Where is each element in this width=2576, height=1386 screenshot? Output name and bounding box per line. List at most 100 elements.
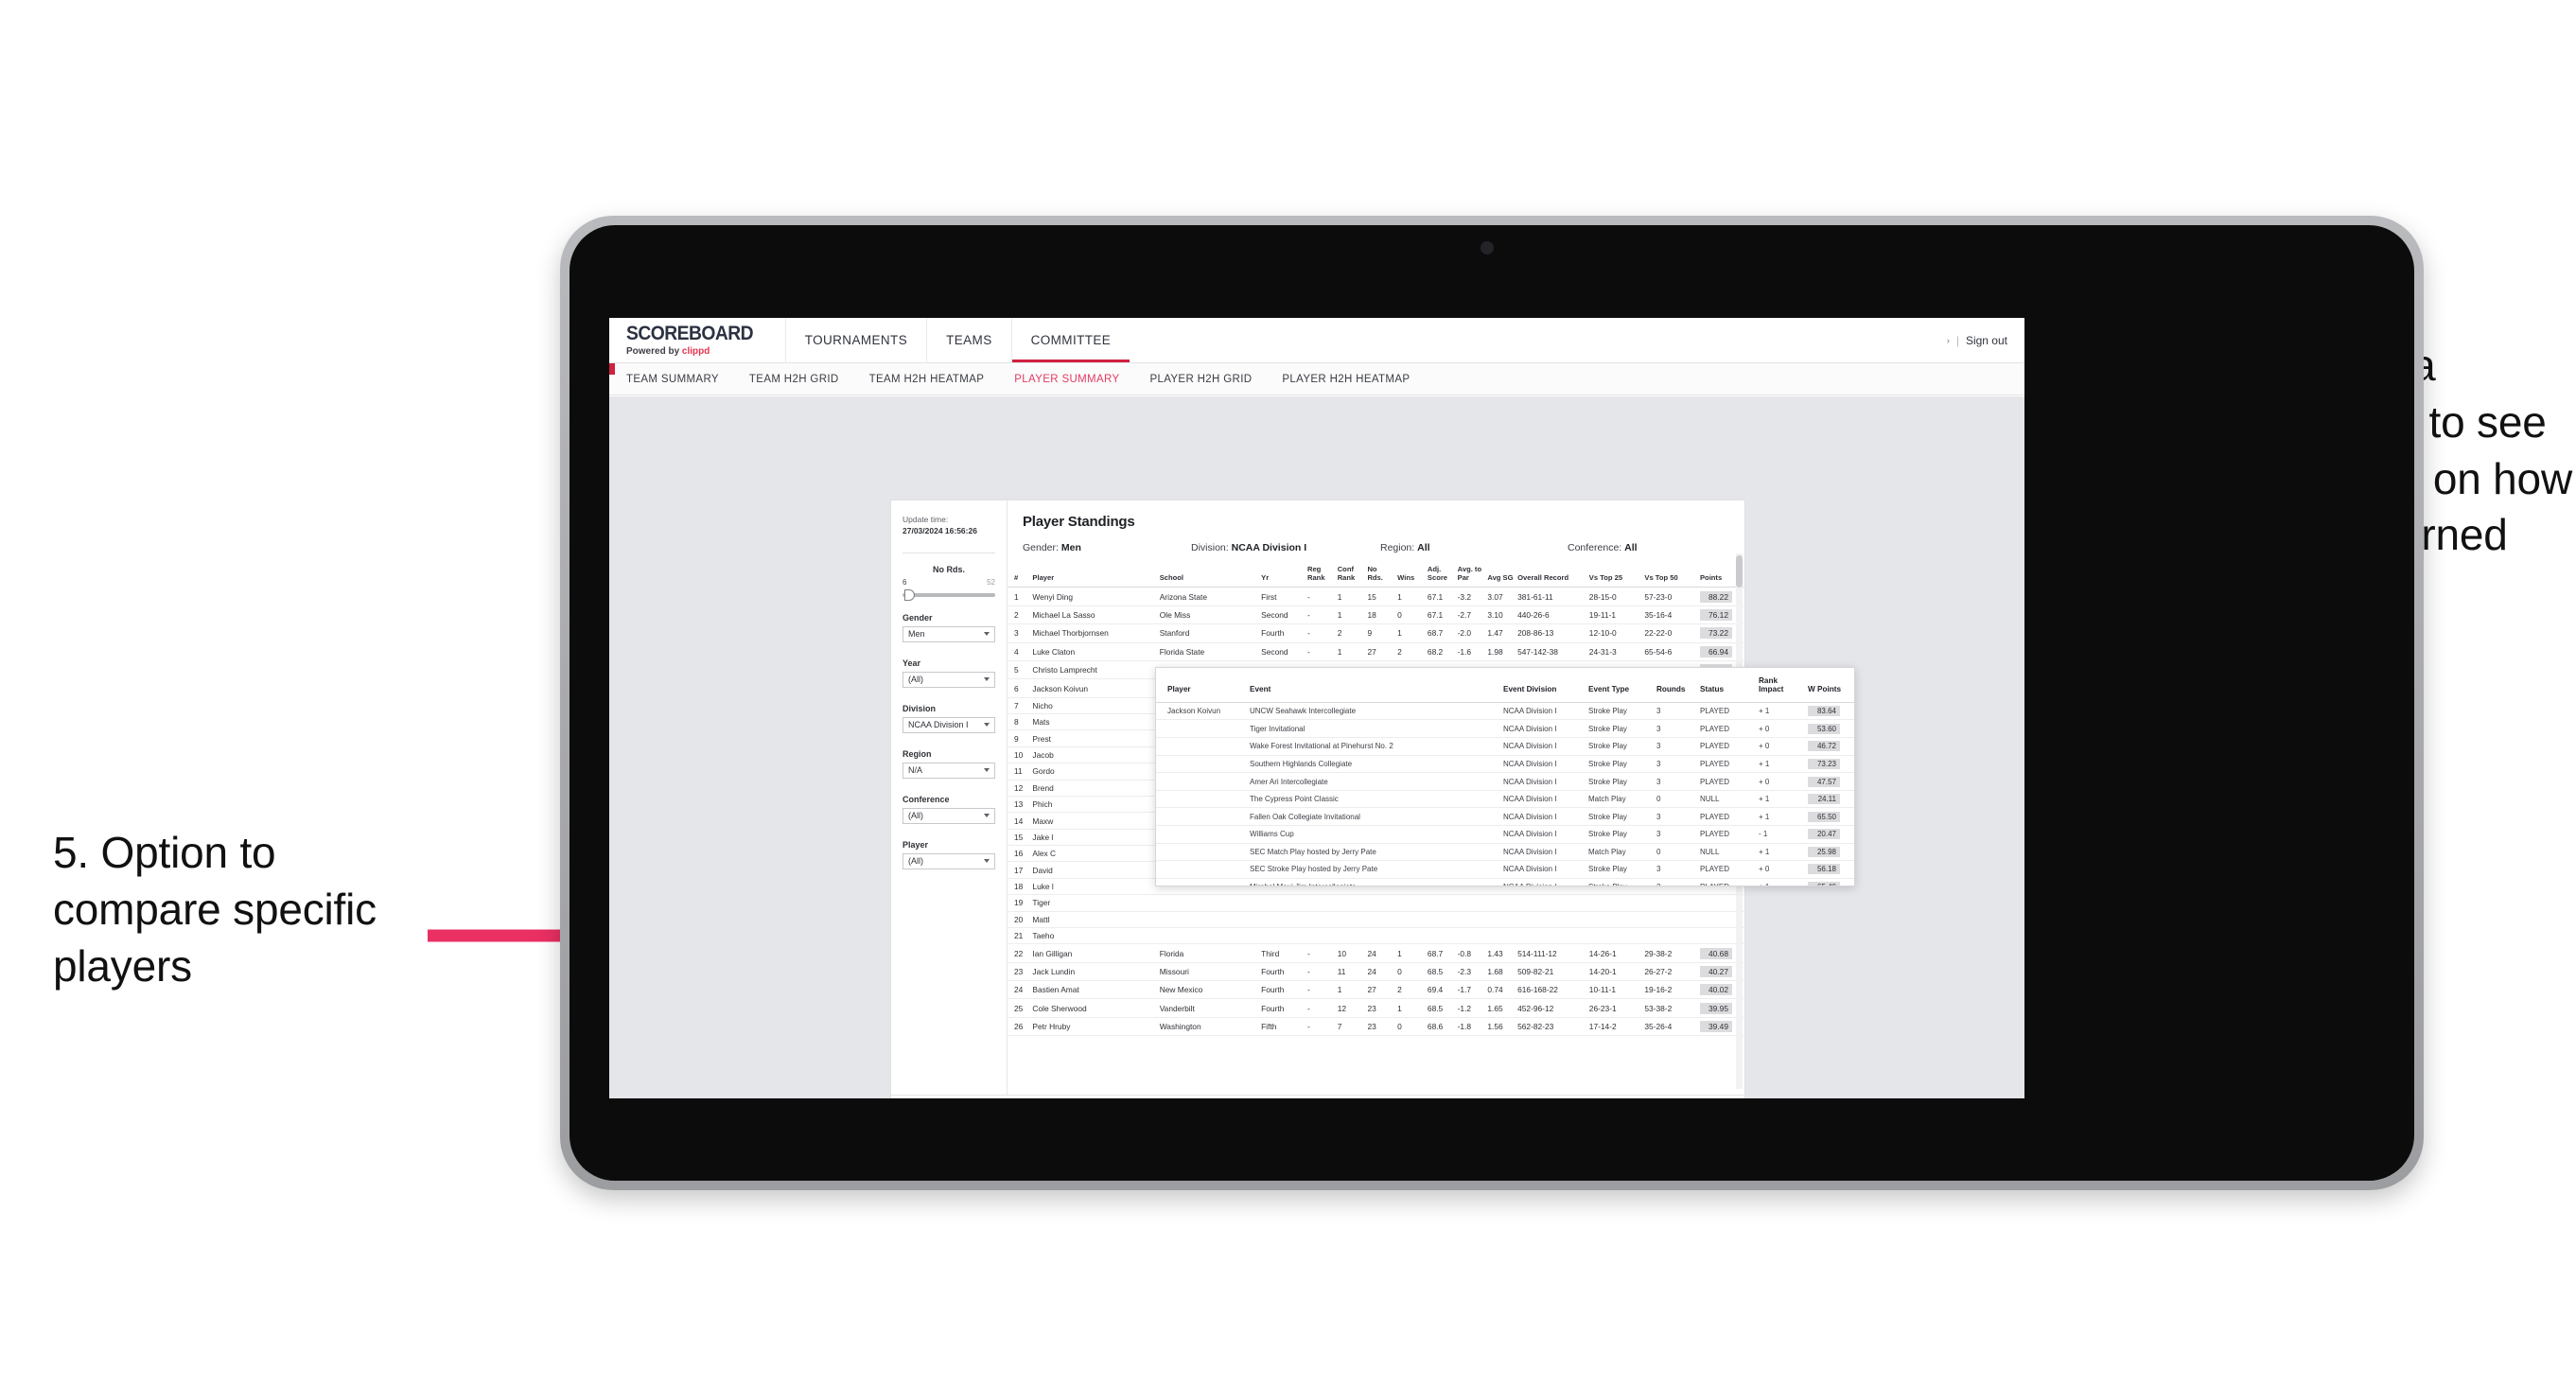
tab-player-h2h-heatmap[interactable]: PLAYER H2H HEATMAP <box>1282 374 1427 385</box>
cell-overall-record: 440-26-6 <box>1516 605 1587 625</box>
tooltip-cell-event: SEC Match Play hosted by Jerry Pate <box>1247 843 1500 862</box>
tooltip-cell-rounds: 3 <box>1654 825 1697 844</box>
slider-handle[interactable] <box>904 588 915 601</box>
table-row[interactable]: 25 Cole Sherwood Vanderbilt Fourth -12 23 1 68.… <box>1008 998 1744 1018</box>
tooltip-cell-w-points: 53.60 <box>1805 719 1854 739</box>
th-no-rds[interactable]: No Rds. <box>1365 563 1396 588</box>
th-overall-record[interactable]: Overall Record <box>1516 563 1587 588</box>
table-row[interactable]: 20 Mattl <box>1008 911 1744 928</box>
cell-avg-sg <box>1485 927 1516 945</box>
cell-vs-top-50: 22-22-0 <box>1642 623 1698 643</box>
table-row[interactable]: 1 Wenyi Ding Arizona State First -1 15 1 67.1 -3… <box>1008 587 1744 606</box>
top-navigation-bar: SCOREBOARD Powered by clippd TOURNAMENTS… <box>609 318 2024 363</box>
table-row[interactable]: 22 Ian Gilligan Florida Third -10 24 1 68.7 -0.8… <box>1008 943 1744 963</box>
cell-reg-rank: - <box>1305 998 1336 1018</box>
filter-gender-select[interactable]: Men <box>902 625 995 642</box>
cell-avg-sg: 1.43 <box>1485 943 1516 963</box>
tooltip-cell-player <box>1156 825 1247 844</box>
cell-rank: 1 <box>1008 587 1031 606</box>
th-rank[interactable]: # <box>1008 563 1031 588</box>
table-row[interactable]: 26 Petr Hruby Washington Fifth -7 23 0 68.6 -1.8… <box>1008 1017 1744 1037</box>
filter-region-select[interactable]: N/A <box>902 762 995 779</box>
nav-divider: | <box>1955 333 1959 347</box>
tab-team-summary[interactable]: TEAM SUMMARY <box>626 374 736 385</box>
points-value: 66.94 <box>1699 645 1732 658</box>
th-school[interactable]: School <box>1157 563 1260 588</box>
th-reg-rank[interactable]: Reg Rank <box>1305 563 1336 588</box>
tooltip-cell-type: Stroke Play <box>1586 878 1654 886</box>
cell-reg-rank: - <box>1305 943 1336 963</box>
th-conf-rank[interactable]: Conf Rank <box>1335 563 1366 588</box>
chevron-down-icon <box>984 768 990 773</box>
no-rounds-slider[interactable] <box>902 588 995 601</box>
table-row[interactable]: 24 Bastien Amat New Mexico Fourth -1 27 2 69.4-… <box>1008 980 1744 1000</box>
table-row[interactable]: 21 Taeho <box>1008 927 1744 945</box>
cell-reg-rank <box>1305 927 1336 945</box>
nav-item-tournaments[interactable]: TOURNAMENTS <box>784 318 926 362</box>
tooltip-cell-division: NCAA Division I <box>1500 790 1586 809</box>
cell-player: David <box>1030 861 1158 879</box>
th-avg-to-par[interactable]: Avg. to Par <box>1455 563 1486 588</box>
filter-player-select[interactable]: (All) <box>902 852 995 869</box>
cell-avg-sg: 1.47 <box>1485 623 1516 643</box>
summary-gender-label: Gender: <box>1023 542 1059 553</box>
cell-player: Tiger <box>1030 894 1158 912</box>
tooltip-table-head: Player Event Event Division Event Type R… <box>1156 668 1854 703</box>
cell-avg-to-par: -1.8 <box>1455 1017 1486 1037</box>
cell-reg-rank: - <box>1305 980 1336 1000</box>
cell-school: Stanford <box>1157 623 1260 643</box>
cell-school: Arizona State <box>1157 587 1260 606</box>
table-scrollbar-thumb[interactable] <box>1736 555 1743 588</box>
tab-team-h2h-heatmap[interactable]: TEAM H2H HEATMAP <box>869 374 1002 385</box>
table-row[interactable]: 3 Michael Thorbjornsen Stanford Fourth -2 9 1 6… <box>1008 623 1744 643</box>
tooltip-cell-rounds: 3 <box>1654 737 1697 756</box>
cell-rank: 13 <box>1008 796 1031 814</box>
cell-adj-score <box>1425 927 1456 945</box>
cell-player: Mats <box>1030 713 1158 731</box>
th-adj-score[interactable]: Adj. Score <box>1425 563 1456 588</box>
table-row[interactable]: 23 Jack Lundin Missouri Fourth -11 24 0 68.5 -2.… <box>1008 962 1744 982</box>
table-row[interactable]: 19 Tiger <box>1008 894 1744 912</box>
tooltip-cell-rank-impact: + 0 <box>1756 860 1805 879</box>
top-nav-right: › | Sign out <box>1947 334 2024 347</box>
filter-conference: Conference (All) <box>902 795 995 824</box>
cell-vs-top-25: 26-23-1 <box>1586 998 1643 1018</box>
cell-conf-rank <box>1335 894 1366 912</box>
table-row[interactable]: 4 Luke Claton Florida State Second -1 27 2 68.2… <box>1008 642 1744 661</box>
cell-no-rds: 23 <box>1365 1017 1396 1037</box>
th-vs-top-25[interactable]: Vs Top 25 <box>1586 563 1643 588</box>
cell-player: Cole Sherwood <box>1030 998 1158 1018</box>
filter-year-select[interactable]: (All) <box>902 671 995 688</box>
tooltip-cell-division: NCAA Division I <box>1500 755 1586 774</box>
th-vs-top-50[interactable]: Vs Top 50 <box>1642 563 1698 588</box>
app-logo[interactable]: SCOREBOARD Powered by clippd <box>609 324 785 357</box>
cell-reg-rank: - <box>1305 642 1336 661</box>
chevron-right-icon[interactable]: › <box>1947 336 1950 345</box>
cell-wins <box>1395 927 1426 945</box>
sign-out-button[interactable]: Sign out <box>1966 334 2007 347</box>
tooltip-cell-type: Stroke Play <box>1586 860 1654 879</box>
th-wins[interactable]: Wins <box>1395 563 1426 588</box>
tooltip-points-value: 46.72 <box>1808 741 1840 752</box>
tooltip-cell-rank-impact: - 1 <box>1756 825 1805 844</box>
tab-player-summary[interactable]: PLAYER SUMMARY <box>1014 374 1136 385</box>
tooltip-cell-status: PLAYED <box>1697 860 1756 879</box>
clippd-brand: clippd <box>681 346 710 357</box>
table-row[interactable]: 2 Michael La Sasso Ole Miss Second -1 18 0 67.1… <box>1008 605 1744 625</box>
tooltip-cell-division: NCAA Division I <box>1500 719 1586 739</box>
filter-division-select[interactable]: NCAA Division I <box>902 716 995 733</box>
tab-team-h2h-grid[interactable]: TEAM H2H GRID <box>749 374 856 385</box>
tooltip-cell-rank-impact: + 1 <box>1756 755 1805 774</box>
filter-gender: Gender Men <box>902 613 995 642</box>
nav-item-teams[interactable]: TEAMS <box>926 318 1011 362</box>
tab-player-h2h-grid[interactable]: PLAYER H2H GRID <box>1149 374 1269 385</box>
filter-conference-select[interactable]: (All) <box>902 807 995 824</box>
filter-conference-value: (All) <box>908 811 923 821</box>
th-avg-sg[interactable]: Avg SG <box>1485 563 1516 588</box>
th-year[interactable]: Yr <box>1259 563 1306 588</box>
th-player[interactable]: Player <box>1030 563 1158 588</box>
cell-rank: 3 <box>1008 623 1031 643</box>
cell-wins <box>1395 911 1426 928</box>
cell-player: Phich <box>1030 796 1158 814</box>
nav-item-committee[interactable]: COMMITTEE <box>1010 318 1130 362</box>
